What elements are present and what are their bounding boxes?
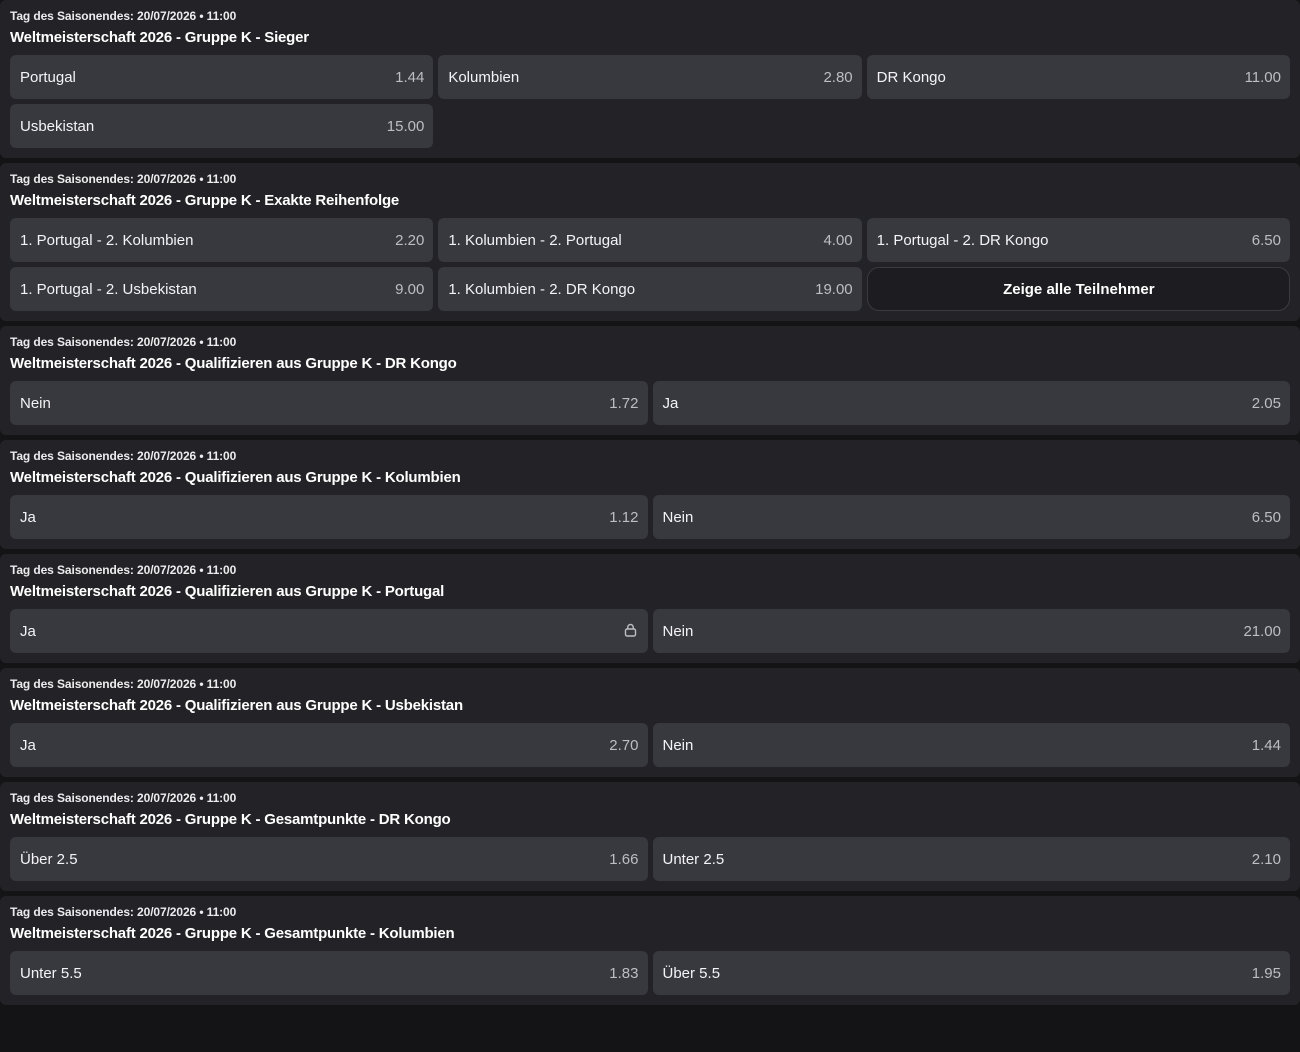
outcome-odds: 1.66 [609, 850, 639, 868]
outcome-odds: 2.10 [1251, 850, 1281, 868]
outcome-odds: 6.50 [1251, 508, 1281, 526]
outcome-odds: 9.00 [395, 280, 425, 298]
market-end-date: Tag des Saisonendes: 20/07/2026 • 11:00 [10, 791, 237, 805]
outcome-button[interactable]: 1. Portugal - 2. Kolumbien 2.20 [10, 218, 434, 262]
market-end-date: Tag des Saisonendes: 20/07/2026 • 11:00 [10, 677, 237, 691]
market-title: Weltmeisterschaft 2026 - Qualifizieren a… [10, 697, 463, 714]
outcome-button[interactable]: Ja 2.70 [10, 723, 648, 767]
outcomes-grid: Portugal 1.44 Kolumbien 2.80 DR Kongo 11… [10, 55, 1290, 148]
outcome-label: 1. Kolumbien - 2. Portugal [448, 231, 622, 249]
outcome-odds: 6.50 [1251, 231, 1281, 249]
market-end-date: Tag des Saisonendes: 20/07/2026 • 11:00 [10, 449, 237, 463]
outcome-button[interactable]: Nein 1.72 [10, 381, 648, 425]
outcome-button[interactable]: Nein 1.44 [652, 723, 1290, 767]
outcomes-grid: 1. Portugal - 2. Kolumbien 2.20 1. Kolum… [10, 218, 1290, 311]
outcome-button[interactable]: Unter 2.5 2.10 [652, 837, 1290, 881]
market-card: Tag des Saisonendes: 20/07/2026 • 11:00 … [0, 0, 1300, 158]
outcome-button[interactable]: Ja 1.12 [10, 495, 648, 539]
outcome-label: 1. Portugal - 2. Kolumbien [20, 231, 194, 249]
outcome-odds: 1.72 [609, 394, 639, 412]
outcome-button[interactable]: 1. Portugal - 2. DR Kongo 6.50 [866, 218, 1290, 262]
outcome-button[interactable]: Portugal 1.44 [10, 55, 434, 99]
outcome-label: Ja [662, 394, 679, 412]
outcome-label: Ja [20, 622, 36, 640]
outcome-odds: 1.44 [395, 68, 425, 86]
outcomes-grid: Ja Nein 21.00 [10, 609, 1290, 653]
outcome-label: Kolumbien [448, 68, 520, 86]
outcome-label: 1. Portugal - 2. Usbekistan [20, 280, 197, 298]
outcome-label: Unter 5.5 [20, 964, 82, 982]
market-title: Weltmeisterschaft 2026 - Qualifizieren a… [10, 355, 457, 372]
market-title: Weltmeisterschaft 2026 - Gruppe K - Gesa… [10, 811, 451, 828]
outcomes-grid: Unter 5.5 1.83 Über 5.5 1.95 [10, 951, 1290, 995]
show-all-participants-button[interactable]: Zeige alle Teilnehmer [866, 267, 1290, 311]
outcome-odds: 1.12 [609, 508, 639, 526]
market-card: Tag des Saisonendes: 20/07/2026 • 11:00 … [0, 896, 1300, 1005]
outcome-odds: 1.95 [1251, 964, 1281, 982]
show-all-participants-label: Zeige alle Teilnehmer [1003, 280, 1155, 298]
market-title: Weltmeisterschaft 2026 - Qualifizieren a… [10, 469, 461, 486]
market-title: Weltmeisterschaft 2026 - Qualifizieren a… [10, 583, 445, 600]
outcome-button[interactable]: Über 2.5 1.66 [10, 837, 648, 881]
outcome-button[interactable]: Über 5.5 1.95 [652, 951, 1290, 995]
market-title: Weltmeisterschaft 2026 - Gruppe K - Exak… [10, 192, 400, 209]
market-title: Weltmeisterschaft 2026 - Gruppe K - Gesa… [10, 925, 455, 942]
outcome-label: 1. Kolumbien - 2. DR Kongo [448, 280, 636, 298]
lock-icon [623, 622, 639, 638]
outcome-button[interactable]: 1. Kolumbien - 2. Portugal 4.00 [438, 218, 862, 262]
outcome-odds: 2.05 [1251, 394, 1281, 412]
outcome-odds: 15.00 [386, 117, 425, 135]
outcome-label: Über 2.5 [20, 850, 78, 868]
market-end-date: Tag des Saisonendes: 20/07/2026 • 11:00 [10, 9, 237, 23]
outcome-button[interactable]: DR Kongo 11.00 [866, 55, 1290, 99]
outcome-label: Portugal [20, 68, 76, 86]
market-card: Tag des Saisonendes: 20/07/2026 • 11:00 … [0, 440, 1300, 549]
outcome-odds: 11.00 [1244, 68, 1281, 86]
outcome-button[interactable]: Usbekistan 15.00 [10, 104, 434, 148]
market-card: Tag des Saisonendes: 20/07/2026 • 11:00 … [0, 326, 1300, 435]
market-card: Tag des Saisonendes: 20/07/2026 • 11:00 … [0, 782, 1300, 891]
outcome-button[interactable]: Ja 2.05 [652, 381, 1290, 425]
outcome-label: Usbekistan [20, 117, 95, 135]
outcome-label: Nein [662, 736, 694, 754]
outcomes-grid: Ja 2.70 Nein 1.44 [10, 723, 1290, 767]
outcomes-grid: Über 2.5 1.66 Unter 2.5 2.10 [10, 837, 1290, 881]
outcome-label: Ja [20, 736, 36, 754]
outcome-button[interactable]: Unter 5.5 1.83 [10, 951, 648, 995]
outcome-label: Ja [20, 508, 36, 526]
market-card: Tag des Saisonendes: 20/07/2026 • 11:00 … [0, 668, 1300, 777]
outcome-odds: 4.00 [823, 231, 853, 249]
outcome-odds: 1.44 [1251, 736, 1281, 754]
markets-list: Tag des Saisonendes: 20/07/2026 • 11:00 … [0, 0, 1300, 1005]
outcome-label: Nein [662, 508, 694, 526]
outcome-odds: 2.70 [609, 736, 639, 754]
market-end-date: Tag des Saisonendes: 20/07/2026 • 11:00 [10, 172, 237, 186]
outcomes-grid: Nein 1.72 Ja 2.05 [10, 381, 1290, 425]
market-end-date: Tag des Saisonendes: 20/07/2026 • 11:00 [10, 563, 237, 577]
outcome-button[interactable]: Nein 6.50 [652, 495, 1290, 539]
outcome-odds: 2.80 [823, 68, 853, 86]
outcome-label: Nein [20, 394, 51, 412]
outcome-label: DR Kongo [876, 68, 946, 86]
outcome-button[interactable]: Ja [10, 609, 648, 653]
market-card: Tag des Saisonendes: 20/07/2026 • 11:00 … [0, 163, 1300, 321]
market-end-date: Tag des Saisonendes: 20/07/2026 • 11:00 [10, 335, 237, 349]
outcomes-grid: Ja 1.12 Nein 6.50 [10, 495, 1290, 539]
outcome-button[interactable]: 1. Portugal - 2. Usbekistan 9.00 [10, 267, 434, 311]
outcome-label: Unter 2.5 [662, 850, 725, 868]
outcome-button[interactable]: 1. Kolumbien - 2. DR Kongo 19.00 [438, 267, 862, 311]
outcome-odds: 1.83 [609, 964, 639, 982]
outcome-label: Nein [662, 622, 694, 640]
market-card: Tag des Saisonendes: 20/07/2026 • 11:00 … [0, 554, 1300, 663]
outcome-odds: 19.00 [815, 280, 853, 298]
market-title: Weltmeisterschaft 2026 - Gruppe K - Sieg… [10, 29, 309, 46]
outcome-label: Über 5.5 [662, 964, 721, 982]
outcome-odds: 2.20 [395, 231, 425, 249]
outcome-label: 1. Portugal - 2. DR Kongo [876, 231, 1049, 249]
market-end-date: Tag des Saisonendes: 20/07/2026 • 11:00 [10, 905, 237, 919]
outcome-button[interactable]: Kolumbien 2.80 [438, 55, 862, 99]
outcome-odds: 21.00 [1243, 622, 1281, 640]
outcome-button[interactable]: Nein 21.00 [652, 609, 1290, 653]
